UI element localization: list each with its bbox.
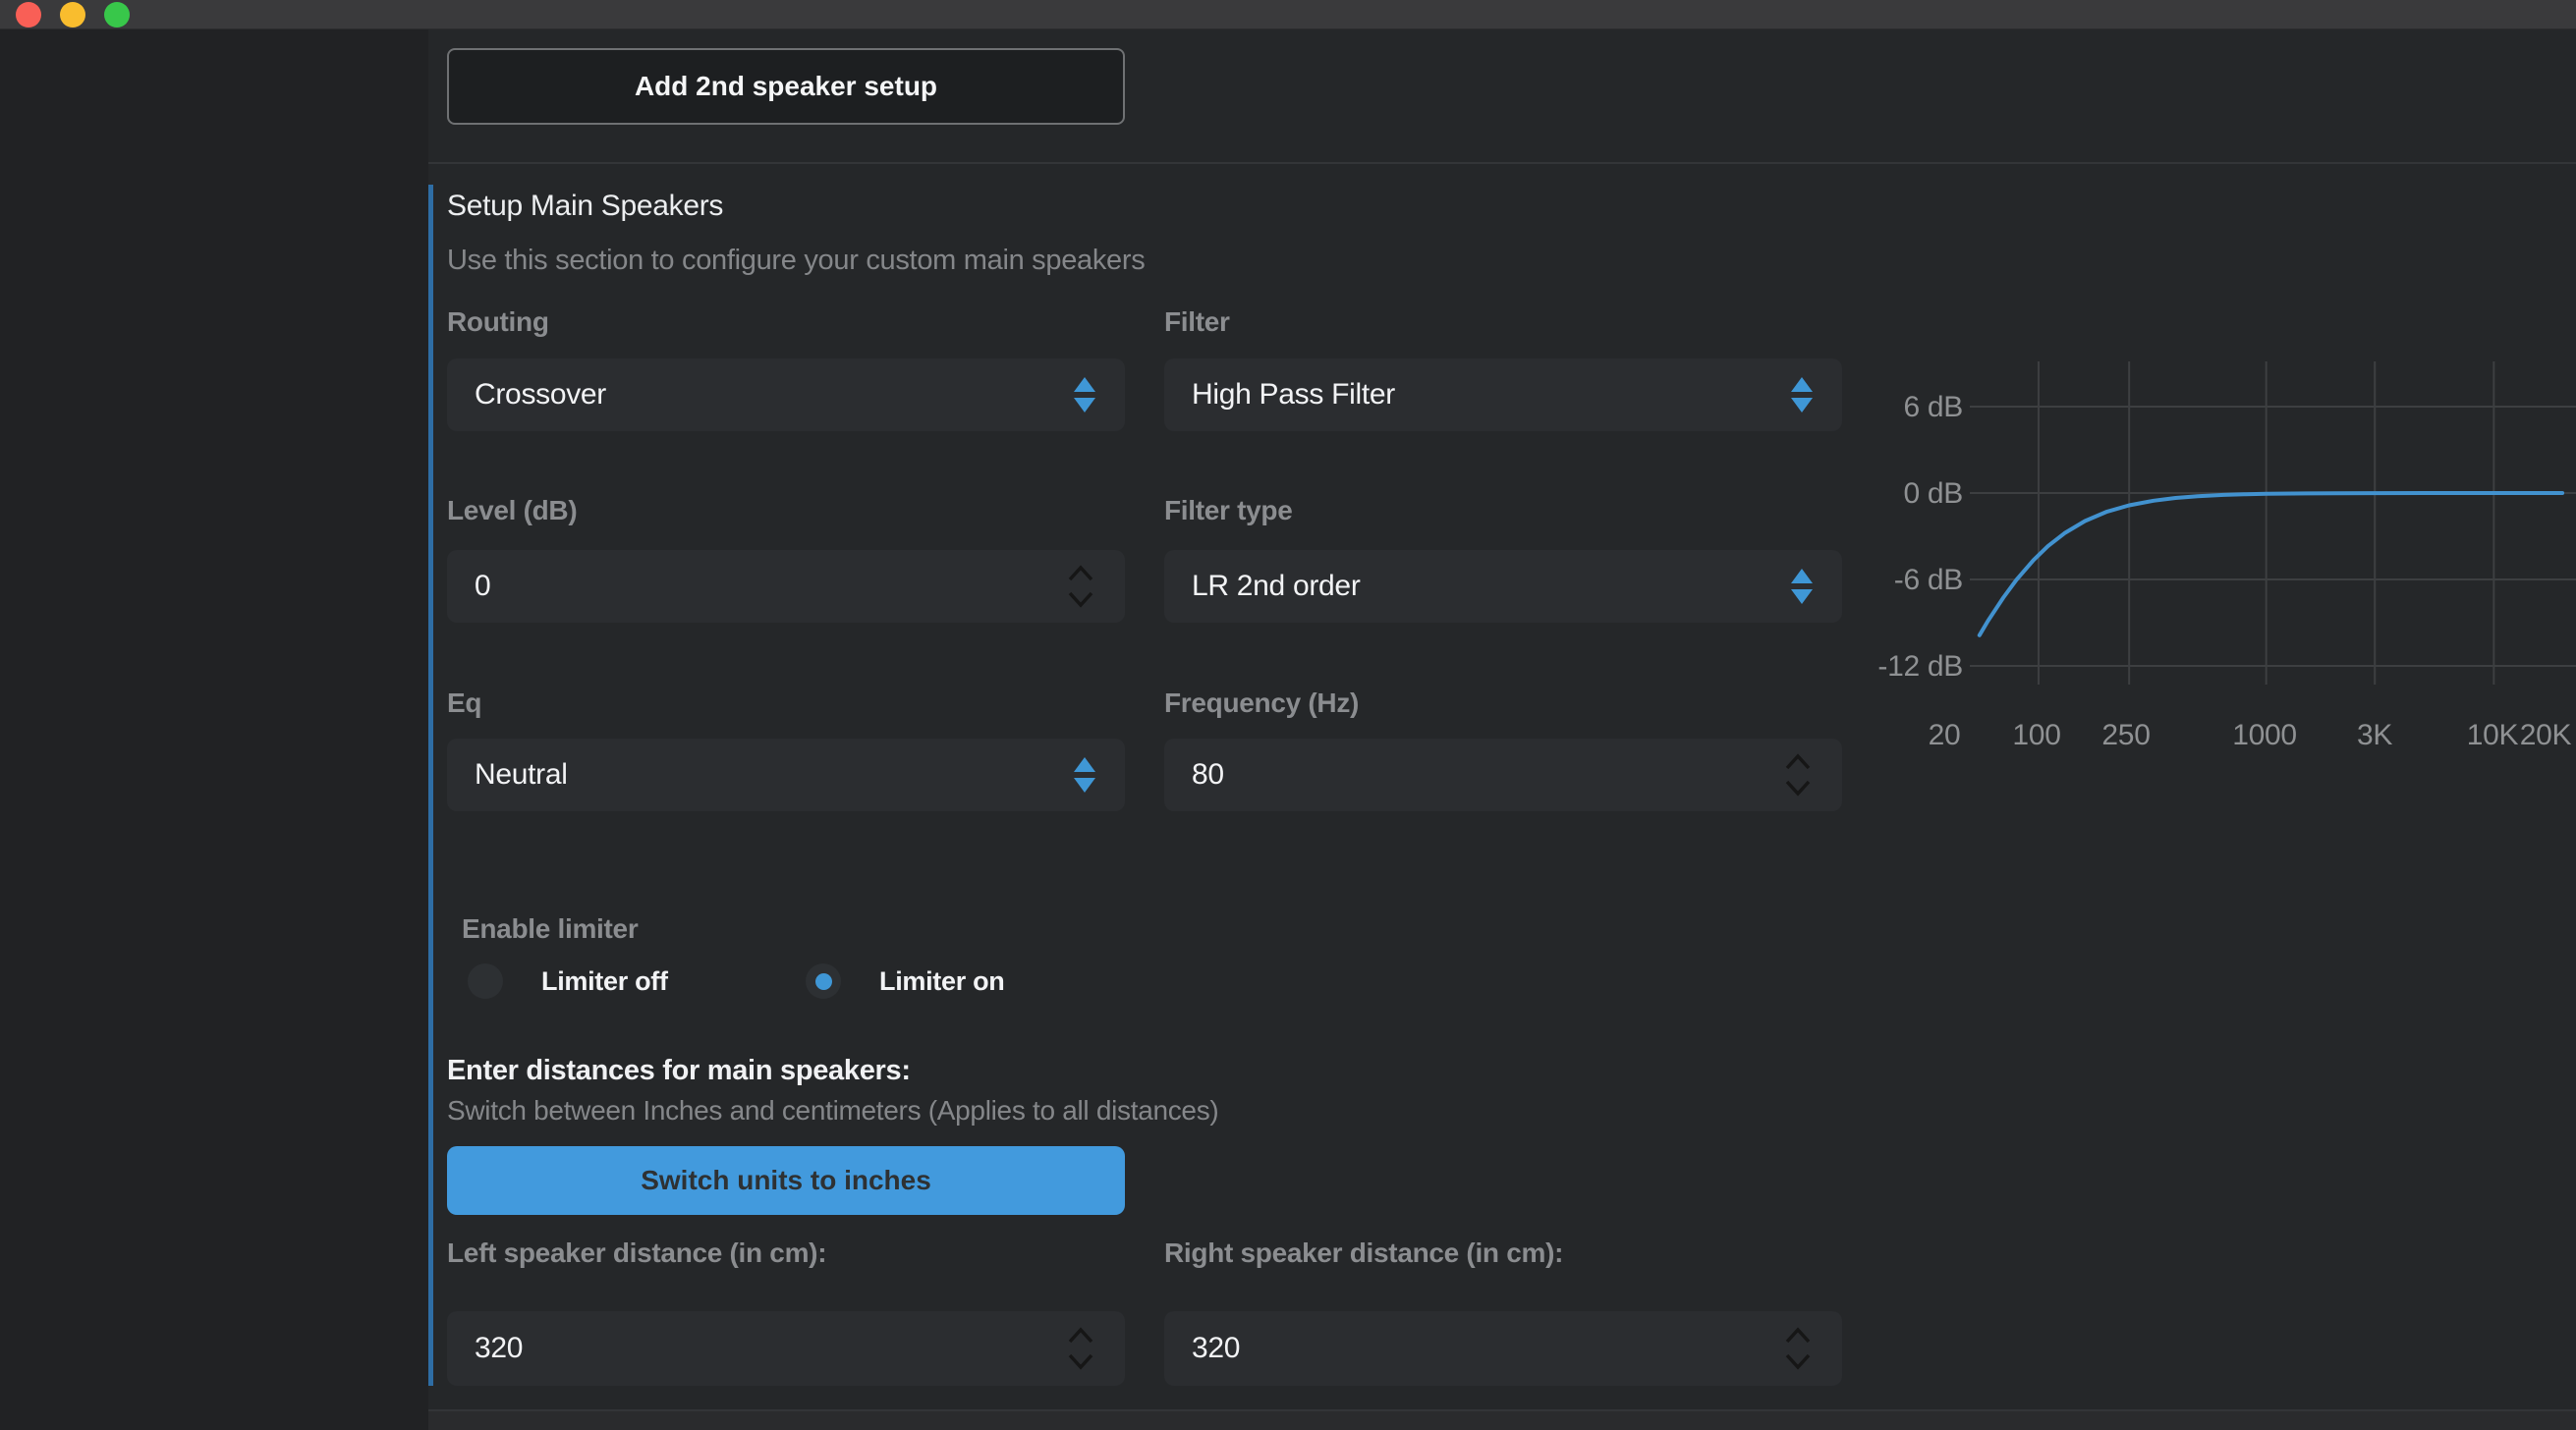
right-distance-input[interactable]: 320 [1164, 1311, 1842, 1386]
radio-button-icon[interactable] [806, 963, 841, 999]
limiter-off-label: Limiter off [541, 966, 668, 997]
routing-select[interactable]: Crossover [447, 358, 1125, 431]
zoom-window-button[interactable] [104, 2, 130, 28]
right-distance-value: 320 [1192, 1332, 1783, 1365]
level-value: 0 [475, 570, 1066, 603]
frequency-response-chart: 6 dB 0 dB -6 dB -12 dB 20 100 250 1000 3K 10K20K [1867, 344, 2576, 776]
filter-type-value: LR 2nd order [1192, 570, 1791, 603]
distances-heading: Enter distances for main speakers: [447, 1053, 911, 1088]
window-titlebar [0, 0, 2576, 29]
left-distance-label: Left speaker distance (in cm): [447, 1237, 1125, 1270]
limiter-radio-group: Limiter off Limiter on [428, 963, 1509, 1007]
select-updown-icon [1791, 569, 1813, 604]
svg-text:-6 dB: -6 dB [1894, 564, 1963, 596]
level-label: Level (dB) [447, 494, 1125, 527]
filter-select[interactable]: High Pass Filter [1164, 358, 1842, 431]
section-title: Setup Main Speakers [447, 189, 723, 224]
svg-text:100: 100 [2012, 719, 2060, 751]
svg-text:0 dB: 0 dB [1903, 477, 1963, 510]
eq-select[interactable]: Neutral [447, 739, 1125, 811]
svg-text:6 dB: 6 dB [1903, 391, 1963, 423]
frequency-value: 80 [1192, 758, 1783, 792]
limiter-on-option[interactable]: Limiter on [806, 963, 1005, 999]
right-distance-label: Right speaker distance (in cm): [1164, 1237, 1842, 1270]
switch-units-button[interactable]: Switch units to inches [447, 1146, 1125, 1215]
next-section-strip [428, 1411, 2576, 1430]
minimize-window-button[interactable] [60, 2, 85, 28]
section-top-divider [428, 162, 2576, 164]
frequency-input[interactable]: 80 [1164, 739, 1842, 811]
main-content: Add 2nd speaker setup Setup Main Speaker… [428, 29, 2576, 1430]
frequency-label: Frequency (Hz) [1164, 687, 1842, 720]
svg-text:3K: 3K [2357, 719, 2392, 751]
svg-text:20: 20 [1929, 719, 1961, 751]
close-window-button[interactable] [16, 2, 41, 28]
filter-type-select[interactable]: LR 2nd order [1164, 550, 1842, 623]
section-subtitle: Use this section to configure your custo… [447, 244, 1145, 277]
select-updown-icon [1074, 377, 1095, 412]
svg-text:-12 dB: -12 dB [1877, 650, 1963, 683]
routing-label: Routing [447, 305, 1125, 339]
eq-label: Eq [447, 687, 1125, 720]
limiter-off-option[interactable]: Limiter off [468, 963, 668, 999]
section-accent-line [428, 185, 433, 1386]
filter-type-label: Filter type [1164, 494, 1842, 527]
eq-value: Neutral [475, 758, 1074, 792]
routing-value: Crossover [475, 378, 1074, 412]
left-margin-pane [0, 29, 428, 1430]
enable-limiter-label: Enable limiter [462, 913, 638, 945]
left-distance-input[interactable]: 320 [447, 1311, 1125, 1386]
number-stepper-icon[interactable] [1783, 1323, 1813, 1374]
svg-text:20K: 20K [2520, 719, 2572, 751]
filter-label: Filter [1164, 305, 1842, 339]
filter-value: High Pass Filter [1192, 378, 1791, 412]
select-updown-icon [1074, 757, 1095, 793]
limiter-on-label: Limiter on [879, 966, 1005, 997]
svg-text:1000: 1000 [2232, 719, 2297, 751]
number-stepper-icon[interactable] [1066, 1323, 1095, 1374]
number-stepper-icon[interactable] [1066, 561, 1095, 612]
svg-text:250: 250 [2101, 719, 2150, 751]
level-input[interactable]: 0 [447, 550, 1125, 623]
svg-text:10K: 10K [2467, 719, 2519, 751]
radio-button-icon[interactable] [468, 963, 503, 999]
select-updown-icon [1791, 377, 1813, 412]
add-second-speaker-setup-button[interactable]: Add 2nd speaker setup [447, 48, 1125, 125]
number-stepper-icon[interactable] [1783, 749, 1813, 800]
distances-subheading: Switch between Inches and centimeters (A… [447, 1094, 1218, 1128]
left-distance-value: 320 [475, 1332, 1066, 1365]
